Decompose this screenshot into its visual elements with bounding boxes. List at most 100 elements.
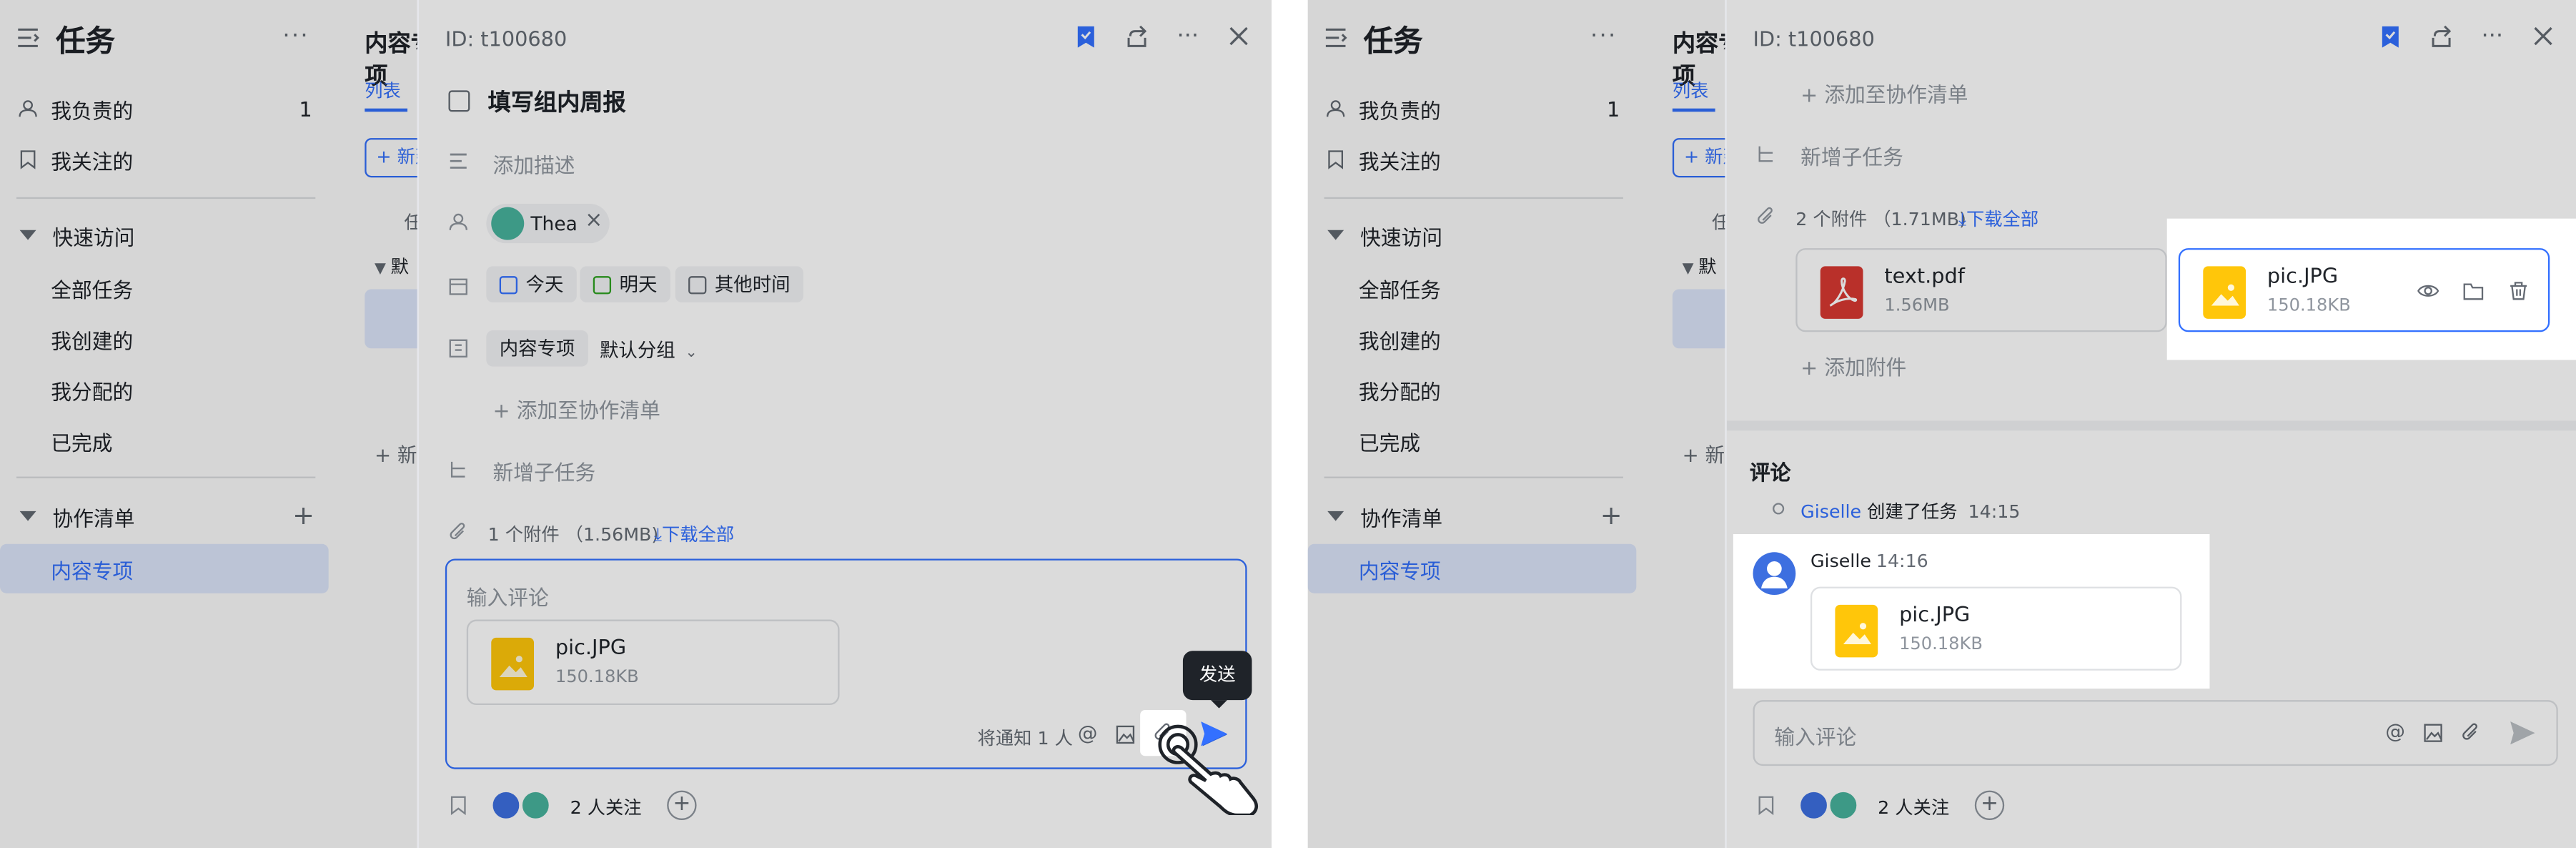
group-select[interactable]: 默认分组 ⌄ bbox=[600, 337, 698, 363]
subtask-icon bbox=[450, 461, 465, 478]
delete-icon[interactable] bbox=[2509, 281, 2529, 301]
sidebar-item-assigned-by-me[interactable]: 我分配的 bbox=[0, 365, 329, 414]
comment-input-box[interactable]: 输入评论 @ bbox=[1753, 700, 2558, 766]
add-task-row[interactable]: + 新 bbox=[1683, 440, 1725, 468]
sidebar-item-label: 我负责的 bbox=[1358, 97, 1441, 123]
draft-attachment-card[interactable]: pic.JPG 150.18KB bbox=[466, 619, 840, 706]
bookmark-icon[interactable] bbox=[1073, 23, 1099, 49]
sidebar-item-label: 我分配的 bbox=[51, 378, 134, 404]
image-icon[interactable] bbox=[1116, 725, 1136, 745]
add-to-list-button[interactable]: + 添加至协作清单 bbox=[493, 393, 660, 424]
tab-list[interactable]: 列表 bbox=[1673, 77, 1709, 104]
assignee-chip[interactable]: Thea × bbox=[486, 204, 610, 244]
add-to-list-button[interactable]: + 添加至协作清单 bbox=[1800, 77, 1968, 109]
divider bbox=[1324, 476, 1623, 478]
sidebar-item-following[interactable]: 我关注的 bbox=[1308, 134, 1637, 184]
comment-author: Giselle bbox=[1810, 550, 1871, 572]
sidebar-item-created[interactable]: 我创建的 bbox=[1308, 314, 1637, 363]
followers-count[interactable]: 2 人关注 bbox=[1878, 794, 1949, 820]
more-icon[interactable]: ··· bbox=[1590, 23, 1618, 49]
sidebar-item-all-tasks[interactable]: 全部任务 bbox=[0, 263, 329, 312]
section-quick-access[interactable]: 快速访问 bbox=[0, 212, 329, 258]
sidebar-item-assigned[interactable]: 我负责的 1 bbox=[1308, 84, 1637, 133]
group-header[interactable]: ▼ 默 bbox=[1683, 253, 1717, 280]
download-all-link[interactable]: ⤓下载全部 bbox=[1958, 205, 2038, 232]
comment-input[interactable]: 输入评论 bbox=[1774, 720, 1856, 751]
collapse-sidebar-icon[interactable] bbox=[1324, 26, 1347, 49]
group-label: 默 bbox=[390, 256, 409, 278]
followers-count[interactable]: 2 人关注 bbox=[570, 794, 642, 820]
calendar-icon bbox=[449, 278, 467, 295]
comment-attachment-card[interactable]: pic.JPG 150.18KB bbox=[1810, 586, 2182, 671]
sidebar-item-all-tasks[interactable]: 全部任务 bbox=[1308, 263, 1637, 312]
image-file-icon bbox=[2203, 266, 2246, 319]
due-tomorrow-button[interactable]: 明天 bbox=[580, 266, 670, 302]
add-attachment-button[interactable]: + 添加附件 bbox=[1800, 350, 1906, 382]
sidebar-item-created[interactable]: 我创建的 bbox=[0, 314, 329, 363]
calendar-tomorrow-icon bbox=[593, 275, 612, 294]
paperclip-icon[interactable] bbox=[2461, 723, 2481, 743]
description-field[interactable]: 添加描述 bbox=[493, 148, 575, 179]
add-list-icon[interactable]: + bbox=[292, 500, 314, 531]
highlight-new-comment: Giselle 14:16 pic.JPG 150.18KB bbox=[1733, 534, 2210, 689]
more-icon[interactable]: ··· bbox=[1174, 23, 1201, 49]
task-title[interactable]: 填写组内周报 bbox=[488, 86, 626, 119]
section-collab-lists[interactable]: 协作清单 bbox=[1308, 493, 1637, 539]
mention-icon[interactable]: @ bbox=[1078, 721, 1098, 744]
sidebar-item-assigned[interactable]: 我负责的 1 bbox=[0, 84, 329, 133]
comment-editor[interactable]: 输入评论 pic.JPG 150.18KB 将通知 1 人 @ bbox=[445, 558, 1247, 769]
chip-label: 今天 bbox=[525, 272, 564, 296]
list-chip[interactable]: 内容专项 bbox=[486, 330, 588, 367]
due-other-button[interactable]: 其他时间 bbox=[675, 266, 803, 302]
more-icon[interactable]: ··· bbox=[2479, 23, 2505, 49]
bookmark-icon[interactable] bbox=[2377, 23, 2404, 49]
download-all-link[interactable]: ⤓下载全部 bbox=[654, 521, 734, 548]
sidebar-item-label: 全部任务 bbox=[1358, 277, 1441, 302]
add-task-row[interactable]: + 新 bbox=[375, 440, 417, 468]
group-header[interactable]: ▼ 默 bbox=[375, 253, 409, 280]
bookmark-icon bbox=[20, 150, 36, 169]
preview-eye-icon[interactable] bbox=[2417, 281, 2439, 301]
close-icon[interactable] bbox=[1226, 23, 1252, 49]
comment-input[interactable]: 输入评论 bbox=[467, 580, 549, 611]
mention-icon[interactable]: @ bbox=[2385, 720, 2405, 743]
section-quick-access[interactable]: 快速访问 bbox=[1308, 212, 1637, 258]
tab-underline bbox=[1672, 108, 1715, 112]
sidebar-item-content-project[interactable]: 内容专项 bbox=[1307, 543, 1637, 593]
complete-checkbox[interactable] bbox=[448, 90, 470, 112]
close-icon[interactable] bbox=[2530, 23, 2557, 49]
add-list-icon[interactable]: + bbox=[1600, 500, 1623, 531]
sidebar-item-following[interactable]: 我关注的 bbox=[0, 134, 329, 184]
share-icon[interactable] bbox=[1124, 23, 1150, 49]
collapse-sidebar-icon[interactable] bbox=[16, 26, 39, 49]
description-icon bbox=[450, 153, 467, 169]
image-icon[interactable] bbox=[2423, 723, 2443, 743]
paperclip-icon bbox=[450, 523, 465, 540]
calendar-today-icon bbox=[499, 275, 518, 294]
remove-assignee-icon[interactable]: × bbox=[585, 209, 603, 233]
section-collab-lists[interactable]: 协作清单 bbox=[0, 493, 329, 539]
add-subtask-button[interactable]: 新增子任务 bbox=[1800, 139, 1903, 171]
chevron-down-icon: ⌄ bbox=[685, 345, 698, 362]
sidebar-item-label: 已完成 bbox=[1358, 430, 1421, 455]
follower-avatar bbox=[1826, 789, 1860, 822]
sidebar-item-completed[interactable]: 已完成 bbox=[1308, 416, 1637, 465]
share-icon[interactable] bbox=[2428, 23, 2454, 49]
attachment-card-pdf[interactable]: text.pdf 1.56MB bbox=[1795, 248, 2167, 332]
attachment-card-image[interactable]: pic.JPG 150.18KB bbox=[2178, 248, 2550, 332]
add-follower-button[interactable]: + bbox=[1974, 790, 2005, 820]
tab-list[interactable]: 列表 bbox=[365, 77, 401, 104]
panel-comment-posted: 任务 ··· 我负责的 1 我关注的 快速访问 全部任务 我创建的 我分配的 已… bbox=[1307, 0, 2576, 848]
add-subtask-button[interactable]: 新增子任务 bbox=[493, 455, 596, 487]
activity-user[interactable]: Giselle bbox=[1800, 501, 1861, 523]
due-today-button[interactable]: 今天 bbox=[486, 266, 577, 302]
folder-icon[interactable] bbox=[2462, 281, 2484, 301]
add-follower-button[interactable]: + bbox=[667, 790, 697, 820]
sidebar-item-completed[interactable]: 已完成 bbox=[0, 416, 329, 465]
send-icon[interactable] bbox=[2510, 721, 2535, 745]
chevron-down-icon bbox=[1327, 511, 1344, 521]
sidebar-item-assigned-by-me[interactable]: 我分配的 bbox=[1308, 365, 1637, 414]
bookmark-icon bbox=[1328, 150, 1344, 169]
more-icon[interactable]: ··· bbox=[282, 23, 309, 49]
sidebar-item-content-project[interactable]: 内容专项 bbox=[0, 543, 329, 593]
